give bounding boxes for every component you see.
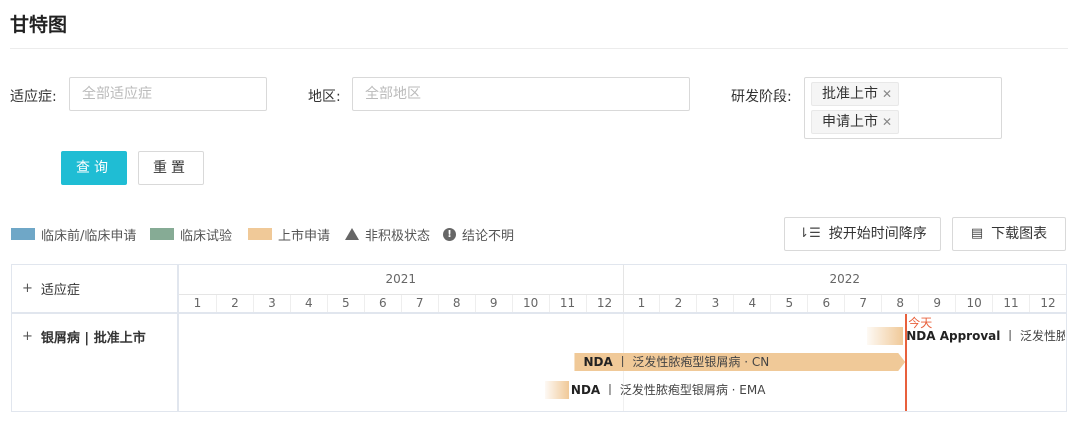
stage-tag-filing: 申请上市 ✕ xyxy=(811,110,900,134)
month-label: 2 xyxy=(659,295,696,312)
gantt-chart: + 适应症 + 银屑病 | 批准上市 2021 2022 1 2 3 4 5 6 7 8 9 10 11… xyxy=(11,264,1067,412)
legend-item-unclear: ! 结论不明 xyxy=(443,226,515,244)
swatch-icon xyxy=(11,228,35,240)
page-title: 甘特图 xyxy=(10,14,68,36)
stage-tag-label: 申请上市 xyxy=(822,114,878,130)
reset-button[interactable]: 重置 xyxy=(138,151,204,185)
swatch-icon xyxy=(150,228,174,240)
document-icon: ▤ xyxy=(970,226,984,241)
region-select[interactable]: 全部地区 xyxy=(352,77,690,111)
gantt-left-column: + 适应症 + 银屑病 | 批准上市 xyxy=(12,265,179,411)
stage-select[interactable]: 批准上市 ✕ 申请上市 ✕ xyxy=(804,77,1002,139)
month-label: 1 xyxy=(193,296,202,310)
download-button-label: 下载图表 xyxy=(991,226,1048,242)
month-label: 11 xyxy=(992,295,1029,312)
sort-icon: ⇂☰ xyxy=(798,226,821,241)
expand-icon[interactable]: + xyxy=(22,281,33,296)
expand-icon[interactable]: + xyxy=(22,329,33,344)
stage-tag-label: 批准上市 xyxy=(822,86,878,102)
gantt-bar-approval[interactable] xyxy=(867,327,904,345)
month-label: 9 xyxy=(474,295,512,312)
month-label: 6 xyxy=(363,295,401,312)
legend-label: 临床试验 xyxy=(180,228,233,244)
sort-button[interactable]: ⇂☰ 按开始时间降序 xyxy=(784,217,941,251)
month-label: 7 xyxy=(844,295,881,312)
exclamation-circle-icon: ! xyxy=(443,227,456,241)
month-label: 3 xyxy=(252,295,290,312)
month-label: 5 xyxy=(770,295,807,312)
year-label: 2021 xyxy=(385,272,417,286)
month-label: 12 xyxy=(1029,295,1066,312)
month-label: 10 xyxy=(955,295,992,312)
query-button[interactable]: 查询 xyxy=(61,151,127,185)
swatch-icon xyxy=(248,228,272,240)
close-icon[interactable]: ✕ xyxy=(882,115,892,129)
today-label: 今天 xyxy=(908,316,933,330)
month-label: 9 xyxy=(918,295,955,312)
month-label: 2 xyxy=(215,295,253,312)
month-label: 3 xyxy=(696,295,733,312)
month-label: 7 xyxy=(400,295,438,312)
gantt-row-label: + 银屑病 | 批准上市 xyxy=(22,327,146,346)
legend-item-preclinical: 临床前/临床申请 xyxy=(11,226,137,244)
column-header-label: 适应症 xyxy=(40,283,80,298)
stage-tag-approved: 批准上市 ✕ xyxy=(811,82,900,106)
legend-item-filing: 上市申请 xyxy=(248,226,331,244)
indication-placeholder: 全部适应症 xyxy=(82,86,152,102)
gantt-bar-label: NDA 丨 泛发性脓疱型银屑病 · EMA xyxy=(570,383,766,397)
legend-label: 临床前/临床申请 xyxy=(41,228,137,244)
month-label: 4 xyxy=(289,295,327,312)
legend-label: 上市申请 xyxy=(278,228,331,244)
legend-item-inactive: 非积极状态 xyxy=(345,226,431,244)
row-label-text: 银屑病 | 批准上市 xyxy=(40,331,146,346)
gantt-timeline: 2021 2022 1 2 3 4 5 6 7 8 9 10 11 12 1 2 3 4 5 6 7 8 9 10 11 12 ND… xyxy=(179,265,1066,411)
stage-label: 研发阶段: xyxy=(731,89,792,105)
triangle-icon xyxy=(345,228,359,240)
month-label: 10 xyxy=(511,295,549,312)
legend-label: 结论不明 xyxy=(462,228,515,244)
month-label: 6 xyxy=(807,295,844,312)
month-label: 5 xyxy=(326,295,364,312)
sort-button-label: 按开始时间降序 xyxy=(828,226,927,242)
month-label: 12 xyxy=(585,295,623,312)
month-label: 4 xyxy=(733,295,770,312)
legend-item-clinical: 临床试验 xyxy=(150,226,233,244)
region-label: 地区: xyxy=(308,89,341,105)
gantt-bar-ema[interactable] xyxy=(544,381,569,399)
month-label: 8 xyxy=(881,295,918,312)
indication-label: 适应症: xyxy=(10,89,57,105)
gantt-bar-label: NDA 丨 泛发性脓疱型银屑病 · CN xyxy=(583,355,770,369)
month-label: 8 xyxy=(437,295,475,312)
today-line xyxy=(905,314,908,411)
month-label: 11 xyxy=(548,295,586,312)
region-placeholder: 全部地区 xyxy=(365,86,421,102)
download-button[interactable]: ▤ 下载图表 xyxy=(952,217,1066,251)
column-header: + 适应症 xyxy=(22,279,80,298)
close-icon[interactable]: ✕ xyxy=(882,87,892,101)
divider xyxy=(10,48,1068,49)
indication-select[interactable]: 全部适应症 xyxy=(69,77,267,111)
legend-label: 非积极状态 xyxy=(365,228,431,244)
year-label: 2022 xyxy=(622,265,1067,294)
month-label: 1 xyxy=(622,295,660,312)
